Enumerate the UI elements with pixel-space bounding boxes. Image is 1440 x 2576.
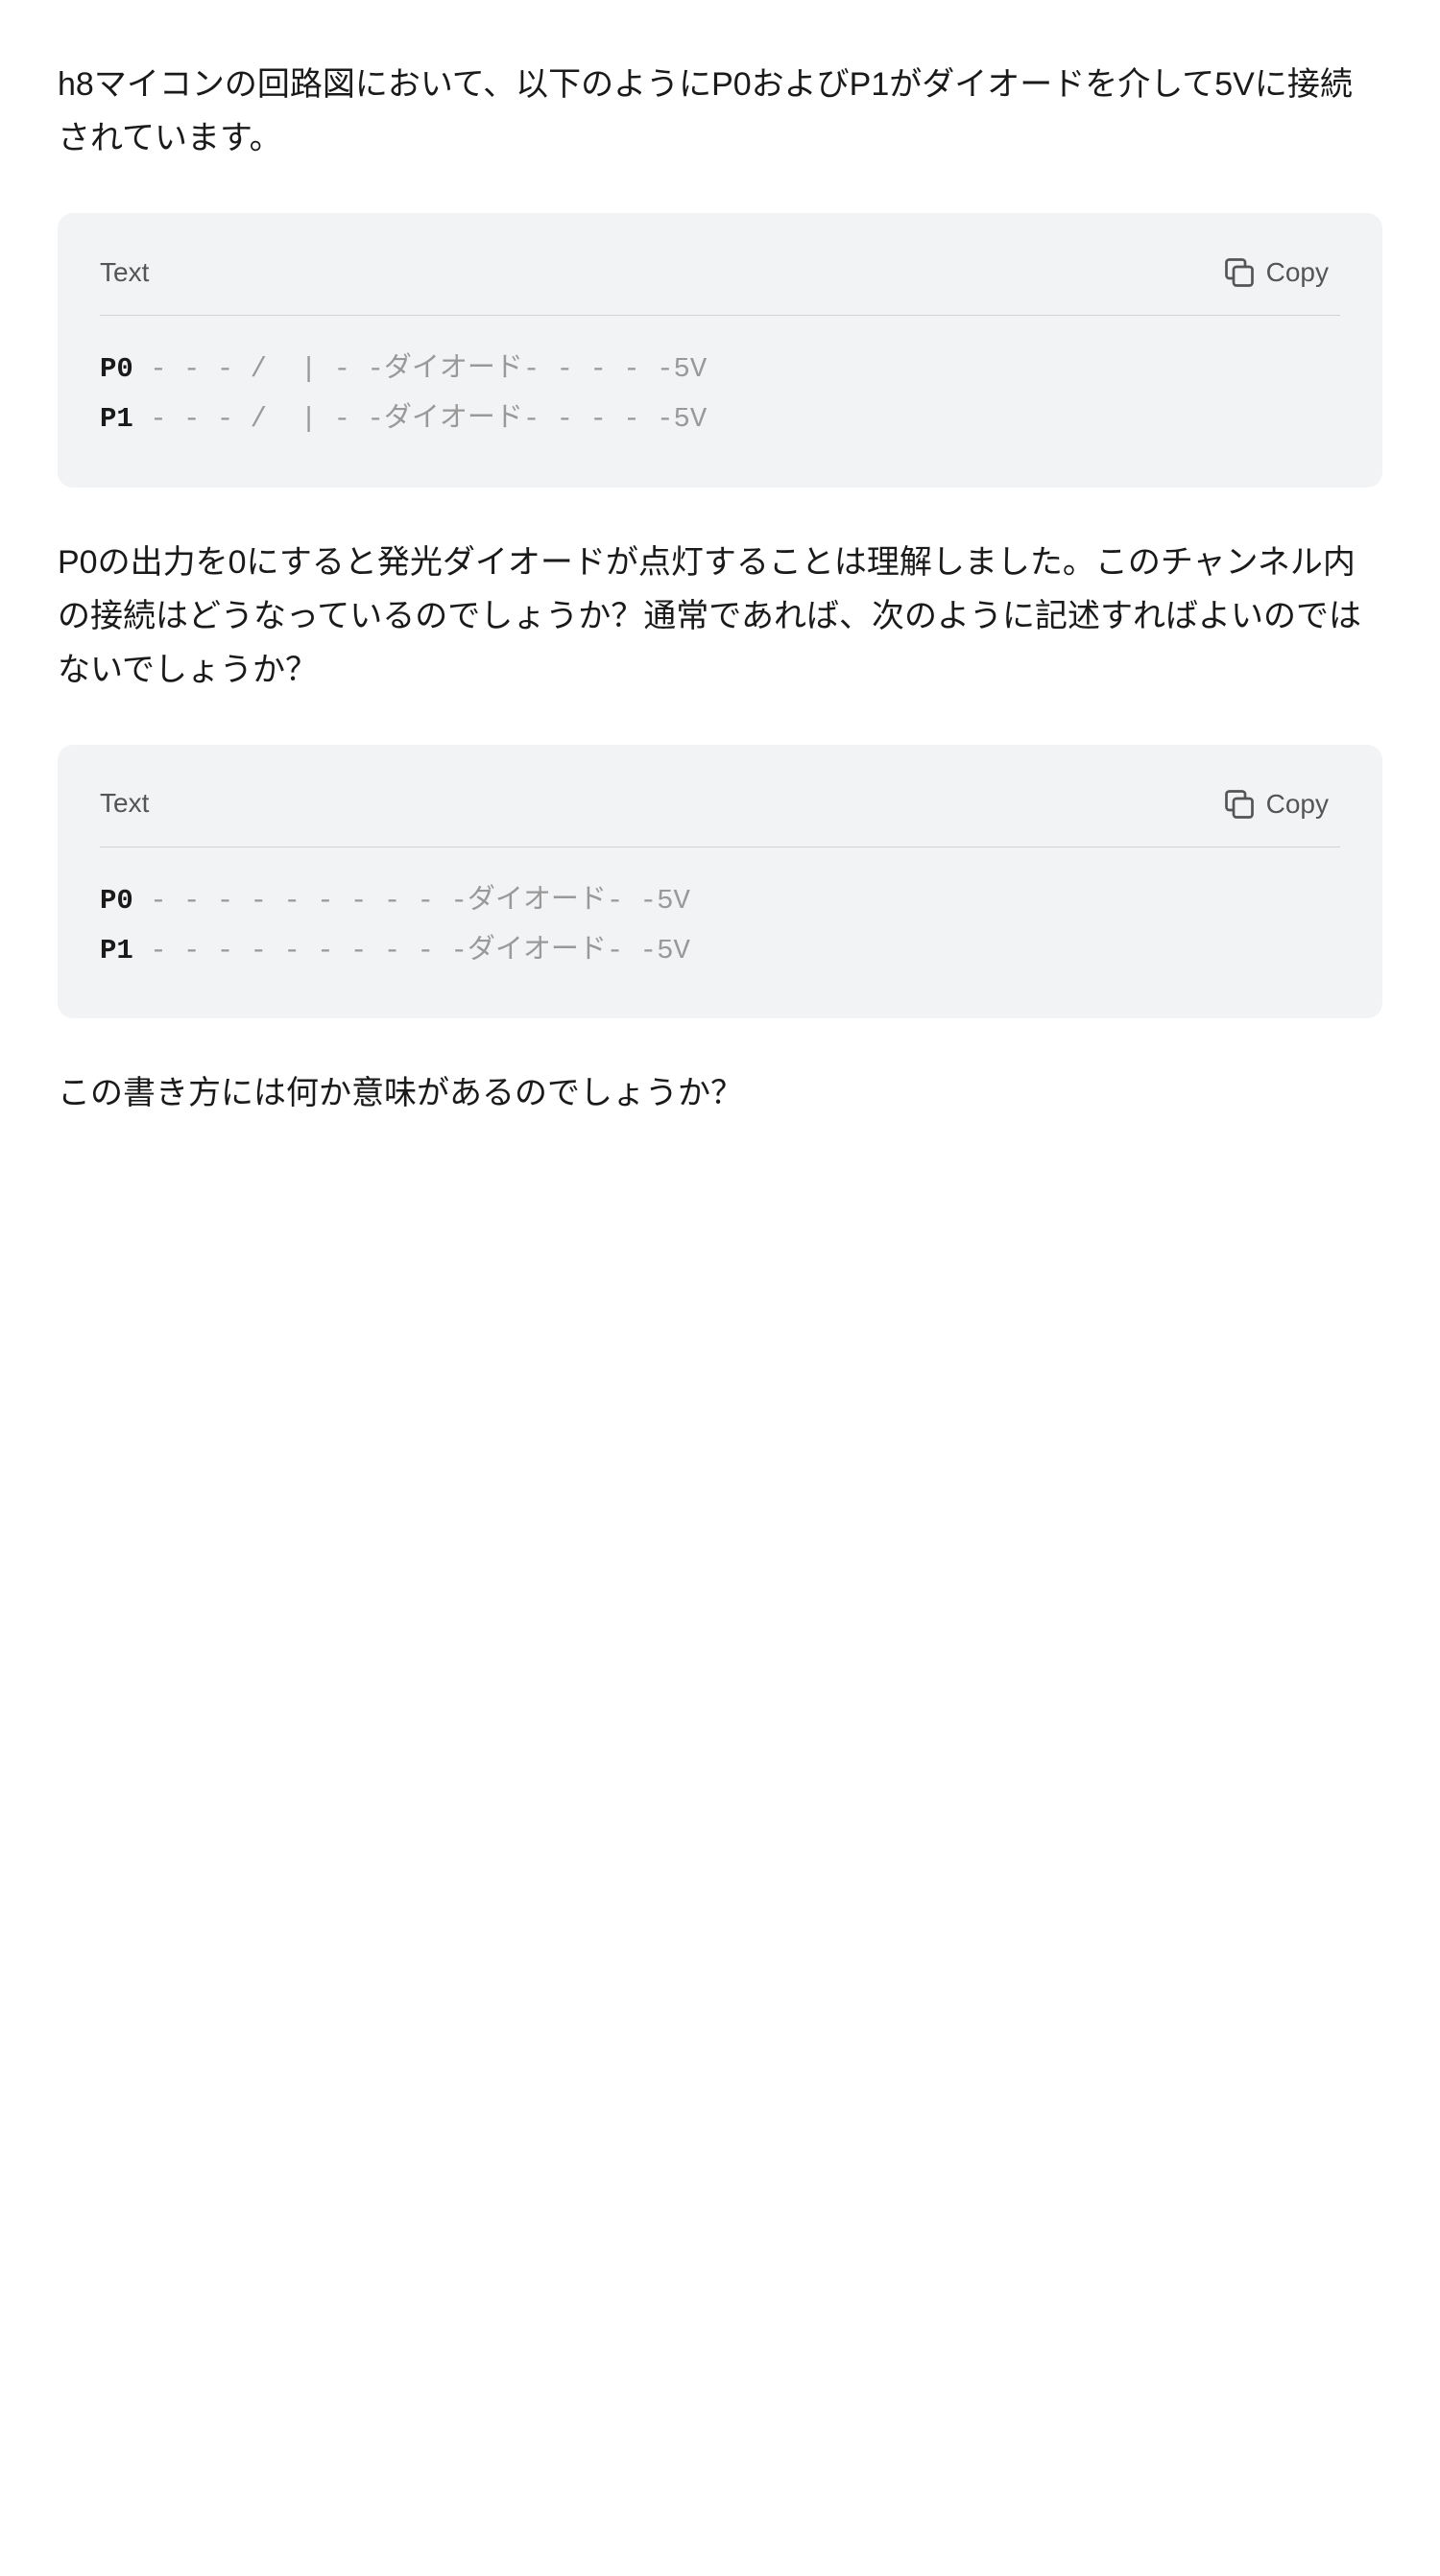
copy-icon-2 [1222,787,1257,822]
copy-button-1-label: Copy [1266,257,1329,288]
port-label-p0-1: P0 [100,353,133,385]
bottom-text: この書き方には何か意味があるのでしょうか？ [58,1066,1382,1120]
code-block-2-content: P0 - - - - - - - - - -ダイオード- -5V P1 - - … [100,876,1340,976]
code-block-1-divider [100,315,1340,316]
code-line-1-2: P1 - - - / | - -ダイオード- - - - -5V [100,394,1340,444]
dashes-2-2: - - - - - - - - - -ダイオード- -5V [133,935,690,966]
code-line-1-1: P0 - - - / | - -ダイオード- - - - -5V [100,345,1340,394]
copy-button-2-label: Copy [1266,789,1329,820]
port-label-p0-2: P0 [100,885,133,917]
code-line-2-1: P0 - - - - - - - - - -ダイオード- -5V [100,876,1340,926]
copy-icon-1 [1222,255,1257,290]
copy-button-2[interactable]: Copy [1211,779,1340,829]
intro-text: h8マイコンの回路図において、以下のようにP0およびP1がダイオードを介して5V… [58,58,1382,165]
port-label-p1-2: P1 [100,935,133,966]
dashes-1-2: - - - / | - -ダイオード- - - - -5V [133,403,707,435]
code-block-2-label: Text [100,782,149,825]
code-block-2-header: Text Copy [100,779,1340,829]
code-block-1: Text Copy P0 - - - / | - -ダイオード- - - - -… [58,213,1382,487]
dashes-2-1: - - - - - - - - - -ダイオード- -5V [133,885,690,917]
port-label-p1-1: P1 [100,403,133,435]
code-block-1-label: Text [100,251,149,295]
code-line-2-2: P1 - - - - - - - - - -ダイオード- -5V [100,926,1340,976]
middle-text: P0の出力を0にすると発光ダイオードが点灯することは理解しました。このチャンネル… [58,536,1382,697]
code-block-2: Text Copy P0 - - - - - - - - - -ダイオード- -… [58,745,1382,1018]
code-block-1-header: Text Copy [100,248,1340,298]
dashes-1-1: - - - / | - -ダイオード- - - - -5V [133,353,707,385]
copy-button-1[interactable]: Copy [1211,248,1340,298]
code-block-1-content: P0 - - - / | - -ダイオード- - - - -5V P1 - - … [100,345,1340,444]
